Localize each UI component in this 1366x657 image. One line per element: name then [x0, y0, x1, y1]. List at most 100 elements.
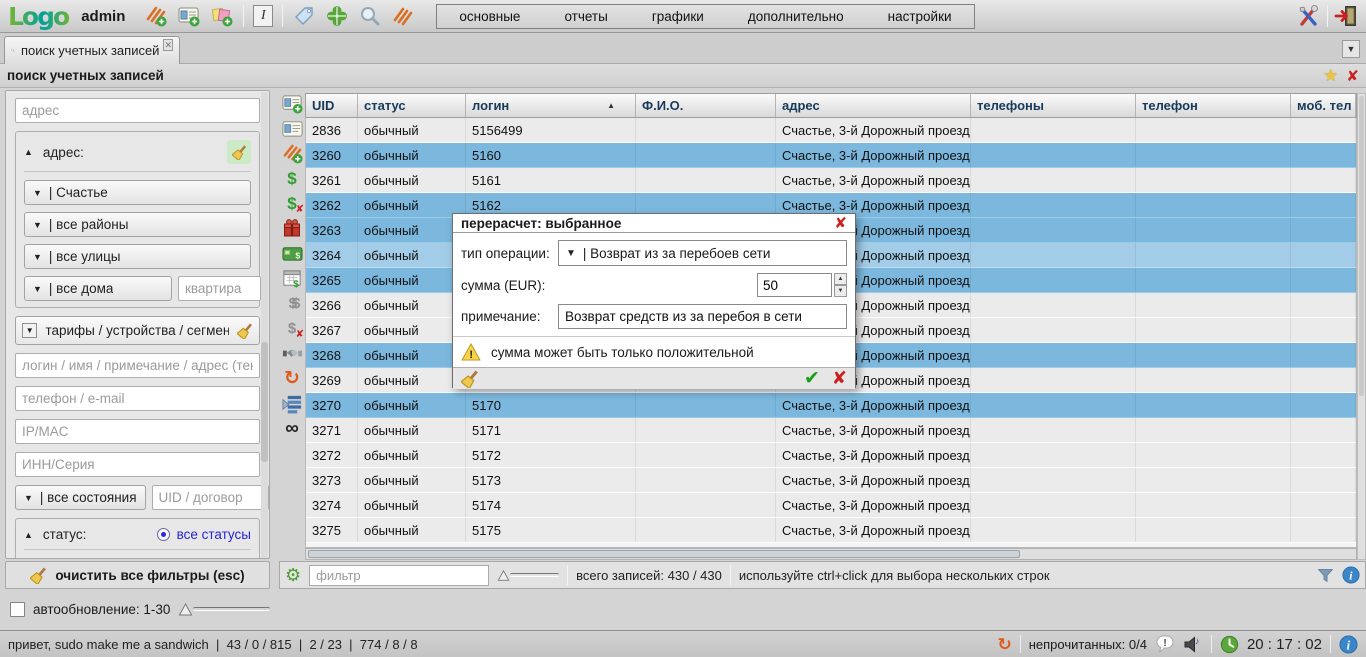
recalc-add-icon[interactable] [144, 4, 168, 28]
uid-contract-input[interactable] [152, 485, 269, 510]
table-row[interactable]: 3270обычный5170Счастье, 3-й Дорожный про… [306, 393, 1356, 418]
app-window: Logo admin I основные отчеты графики [0, 0, 1366, 657]
table-row[interactable]: 3271обычный5171Счастье, 3-й Дорожный про… [306, 418, 1356, 443]
credit-cancel-icon[interactable]: $✘ [281, 317, 303, 339]
column-header-6[interactable]: телефон [1136, 94, 1291, 117]
column-header-7[interactable]: моб. тел [1291, 94, 1356, 117]
states-dropdown[interactable]: ▼ | все состояния [15, 485, 146, 510]
confirm-icon[interactable]: ✔ [804, 369, 820, 388]
menu-charts[interactable]: графики [652, 9, 704, 24]
collapse-icon[interactable]: ▲ [24, 147, 33, 157]
recalc-add-icon[interactable] [281, 142, 303, 164]
house-dropdown[interactable]: ▼ | все дома [24, 276, 172, 301]
page-size-slider[interactable] [497, 569, 559, 582]
phone-email-input[interactable] [15, 386, 260, 411]
credit-icon[interactable]: $$ [281, 292, 303, 314]
add-note-icon[interactable] [210, 4, 234, 28]
queue-icon[interactable] [281, 392, 303, 414]
inn-input[interactable] [15, 452, 260, 477]
sound-icon[interactable]: ♪ [1183, 634, 1203, 654]
step-down-icon[interactable]: ▼ [834, 285, 847, 297]
menu-main[interactable]: основные [459, 9, 520, 24]
all-statuses-radio[interactable]: все статусы [157, 527, 251, 542]
step-up-icon[interactable]: ▲ [834, 273, 847, 285]
note-label: примечание: [461, 309, 558, 324]
district-dropdown[interactable]: ▼ | все районы [24, 212, 251, 237]
card-payment-icon[interactable]: $ [281, 242, 303, 264]
tariff-dropdown[interactable]: ▼ тарифы / устройства / сегменты: [15, 316, 260, 345]
payment-icon[interactable]: $ [281, 167, 303, 189]
ip-mac-input[interactable] [15, 419, 260, 444]
payment-cancel-icon[interactable]: $✘ [281, 192, 303, 214]
apartment-input[interactable] [178, 276, 261, 301]
clear-address-broom-icon[interactable] [227, 140, 251, 164]
column-header-4[interactable]: адрес [776, 94, 971, 117]
tools-icon[interactable] [1297, 4, 1321, 28]
clear-form-broom-icon[interactable] [461, 370, 479, 388]
collapse-icon[interactable]: ▲ [24, 530, 33, 540]
account-card-icon[interactable] [281, 117, 303, 139]
tag-icon[interactable] [292, 4, 316, 28]
cancel-icon[interactable]: ✘ [832, 368, 847, 389]
search-icon[interactable] [358, 4, 382, 28]
logout-icon[interactable] [1334, 4, 1358, 28]
menu-settings[interactable]: настройки [888, 9, 952, 24]
menu-reports[interactable]: отчеты [564, 9, 607, 24]
city-dropdown[interactable]: ▼ | Счастье [24, 180, 251, 205]
amount-stepper[interactable]: ▲▼ [834, 273, 847, 297]
autorefresh-slider[interactable] [178, 602, 270, 617]
filter-funnel-icon[interactable] [1317, 567, 1334, 584]
amount-input[interactable] [757, 273, 832, 297]
favorite-star-icon[interactable]: ★ [1323, 66, 1338, 86]
table-row[interactable]: 3275обычный5175Счастье, 3-й Дорожный про… [306, 518, 1356, 543]
table-row[interactable]: 3274обычный5174Счастье, 3-й Дорожный про… [306, 493, 1356, 518]
column-header-3[interactable]: Ф.И.О. [636, 94, 776, 117]
table-row[interactable]: 2836обычный5156499Счастье, 3-й Дорожный … [306, 118, 1356, 143]
sidebar-scrollbar[interactable] [261, 92, 268, 559]
tab-list-dropdown[interactable]: ▼ [1342, 40, 1360, 58]
slider-handle[interactable] [178, 602, 193, 617]
gift-icon[interactable] [281, 217, 303, 239]
gear-icon[interactable]: ⚙ [285, 566, 301, 584]
table-row[interactable]: 3272обычный5172Счастье, 3-й Дорожный про… [306, 443, 1356, 468]
slider-handle[interactable] [497, 569, 510, 582]
menu-extra[interactable]: дополнительно [748, 9, 844, 24]
column-header-0[interactable]: UID [306, 94, 358, 117]
scheduled-payment-icon[interactable]: $ [281, 267, 303, 289]
table-row[interactable]: 3261обычный5161Счастье, 3-й Дорожный про… [306, 168, 1356, 193]
autorefresh-checkbox[interactable] [10, 602, 25, 617]
address-input[interactable] [15, 98, 260, 123]
info-icon[interactable]: i [1342, 566, 1360, 584]
dialog-close-icon[interactable]: ✘ [834, 214, 847, 232]
tab-close-icon[interactable]: ✕ [163, 39, 173, 51]
tab-search-icon [11, 42, 15, 59]
tab-search-accounts[interactable]: поиск учетных записей ✕ [4, 36, 180, 64]
clear-filters-button[interactable]: очистить все фильтры (esc) [5, 561, 270, 589]
table-row[interactable]: 3260обычный5160Счастье, 3-й Дорожный про… [306, 143, 1356, 168]
alert-bubble-icon[interactable]: ! [1155, 634, 1175, 654]
unlimited-icon[interactable]: ∞ [281, 417, 303, 439]
column-header-1[interactable]: статус [358, 94, 466, 117]
cell-uid: 3268 [306, 343, 358, 367]
quick-filter-input[interactable] [309, 565, 489, 586]
operation-type-dropdown[interactable]: ▼ | Возврат из за перебоев сети [558, 240, 847, 266]
table-row[interactable]: 3273обычный5173Счастье, 3-й Дорожный про… [306, 468, 1356, 493]
close-panel-icon[interactable]: ✘ [1346, 67, 1359, 85]
note-input[interactable] [558, 304, 847, 329]
clover-icon[interactable] [325, 4, 349, 28]
refresh-icon[interactable]: ↻ [281, 367, 303, 389]
refresh-icon[interactable]: ↻ [997, 636, 1011, 653]
clear-tariff-broom-icon[interactable] [237, 323, 253, 339]
vertical-scrollbar[interactable] [1357, 93, 1366, 560]
add-account-icon[interactable] [281, 92, 303, 114]
column-header-2[interactable]: логин▲ [466, 94, 636, 117]
recalc-icon[interactable] [391, 4, 415, 28]
horizontal-scrollbar[interactable] [305, 548, 1357, 560]
column-header-5[interactable]: телефоны [971, 94, 1136, 117]
info-icon[interactable]: i [1339, 635, 1358, 654]
add-account-icon[interactable] [177, 4, 201, 28]
text-cursor-icon[interactable]: I [253, 5, 273, 27]
text-search-input[interactable] [15, 353, 260, 378]
street-dropdown[interactable]: ▼ | все улицы [24, 244, 251, 269]
contract-handshake-icon[interactable] [281, 342, 303, 364]
